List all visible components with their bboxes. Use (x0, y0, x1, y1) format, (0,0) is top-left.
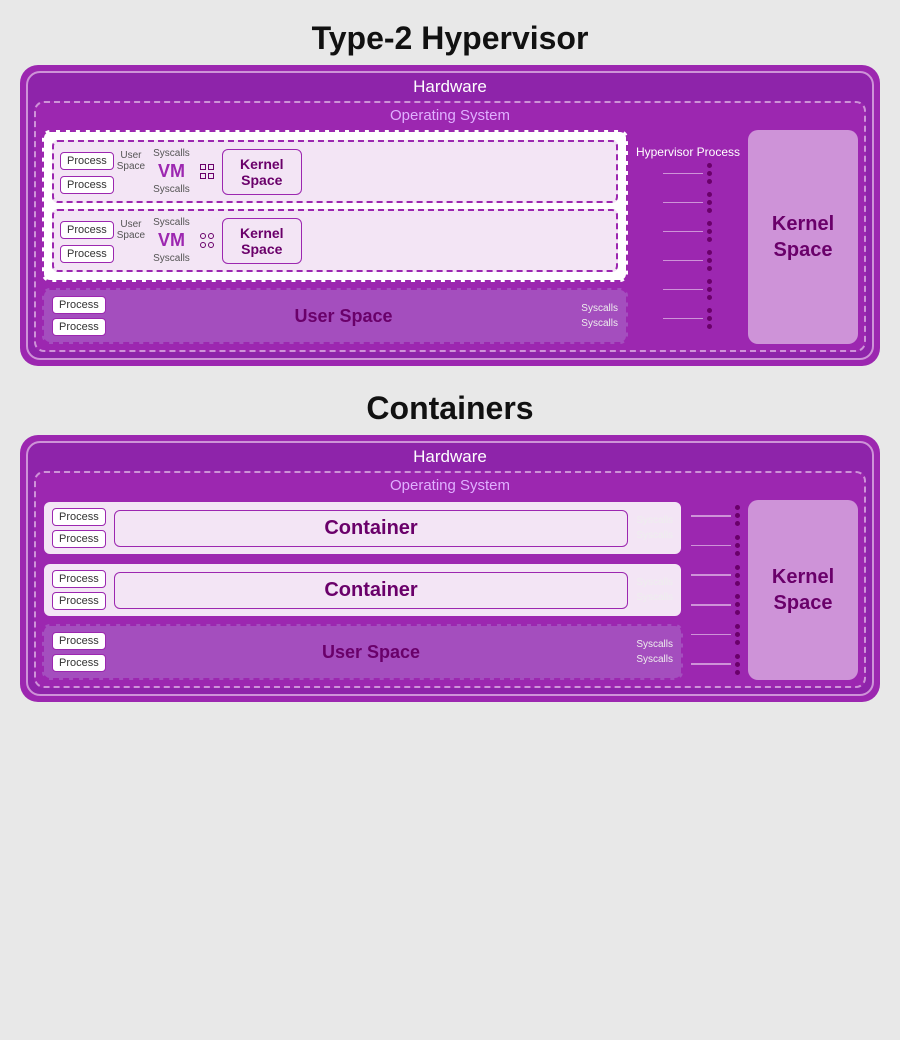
c2-syscalls1: Syscalls (636, 577, 673, 588)
hypervisor-process-label: Hypervisor Process (636, 145, 740, 159)
c2-process1-btn: Process (52, 570, 106, 588)
vm1-kernel-space: KernelSpace (222, 149, 302, 195)
vm1-syscalls2: Syscalls (153, 184, 190, 195)
containers-title: Containers (366, 390, 533, 427)
vm2-row: Process UserSpace Process Syscalls VM (52, 209, 618, 272)
containers-user-space: Process Process User Space Syscalls Sysc… (42, 624, 683, 680)
cu-syscalls1: Syscalls (636, 639, 673, 650)
vm2-process1-btn: Process (60, 221, 114, 239)
vm1-label: VM (158, 161, 185, 182)
h-syscalls3: Syscalls (581, 303, 618, 314)
hypervisor-os-label: Operating System (42, 107, 858, 124)
c1-syscalls2: Syscalls (636, 530, 673, 541)
c1-process1-btn: Process (52, 508, 106, 526)
h-process4-btn: Process (52, 318, 106, 336)
containers-hardware-label: Hardware (34, 447, 866, 467)
hypervisor-title: Type-2 Hypervisor (312, 20, 589, 57)
hypervisor-hardware-label: Hardware (34, 77, 866, 97)
vm2-process2-btn: Process (60, 245, 114, 263)
vm2-kernel-space: KernelSpace (222, 218, 302, 264)
c1-syscalls1: Syscalls (636, 515, 673, 526)
h-user-space-label: User Space (114, 306, 574, 327)
vm1-syscalls1: Syscalls (153, 148, 190, 159)
vm2-syscalls2: Syscalls (153, 253, 190, 264)
containers-user-space-label: User Space (114, 642, 629, 663)
cu-process1-btn: Process (52, 632, 106, 650)
vm1-process1-btn: Process (60, 152, 114, 170)
containers-os-label: Operating System (42, 477, 858, 494)
vm1-user-label: UserSpace (117, 150, 145, 172)
cu-syscalls2: Syscalls (636, 654, 673, 665)
h-syscalls4: Syscalls (581, 318, 618, 329)
h-process3-btn: Process (52, 296, 106, 314)
container1-section: Process Process Container Syscalls Sysca… (42, 500, 683, 556)
vm2-user-label: UserSpace (117, 219, 145, 241)
cu-process2-btn: Process (52, 654, 106, 672)
container2-section: Process Process Container Syscalls Sysca… (42, 562, 683, 618)
c2-syscalls2: Syscalls (636, 592, 673, 603)
containers-diagram: Hardware Operating System Process Proces… (20, 435, 880, 702)
c1-process2-btn: Process (52, 530, 106, 548)
hypervisor-kernel-space-right: Kernel Space (748, 130, 858, 344)
vm2-syscalls1: Syscalls (153, 217, 190, 228)
vm-section: Process UserSpace Process Syscalls V (42, 130, 628, 282)
c2-process2-btn: Process (52, 592, 106, 610)
vm2-label: VM (158, 230, 185, 251)
vm1-process2-btn: Process (60, 176, 114, 194)
hypervisor-user-space: Process Process User Space Syscalls Sysc… (42, 288, 628, 344)
vm1-row: Process UserSpace Process Syscalls V (52, 140, 618, 203)
containers-kernel-space-right: Kernel Space (748, 500, 858, 680)
container2-label: Container (114, 572, 629, 609)
container1-label: Container (114, 510, 629, 547)
hypervisor-diagram: Hardware Operating System Process (20, 65, 880, 366)
